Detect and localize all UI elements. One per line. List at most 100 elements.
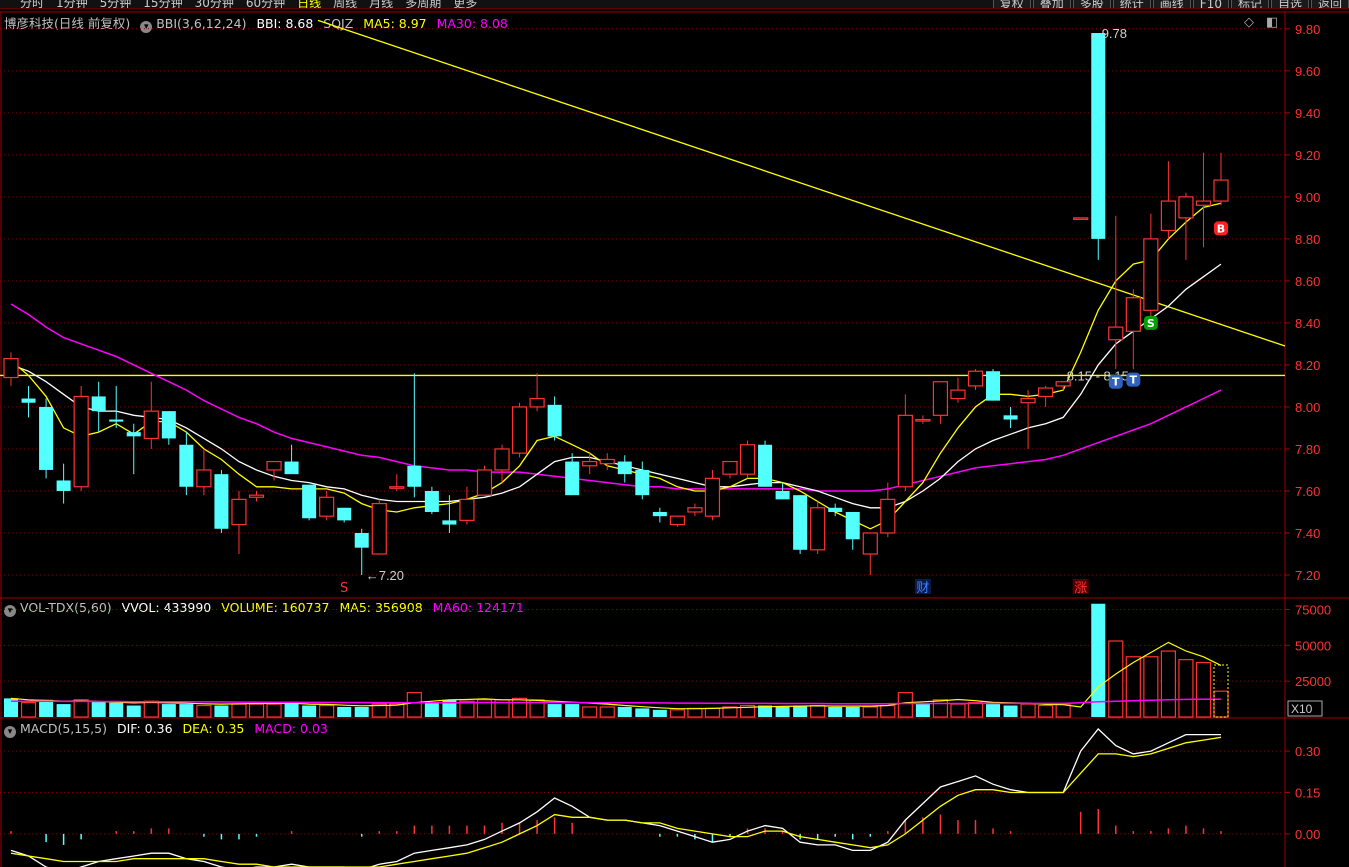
candle-body-58: [1020, 397, 1036, 404]
candle-body-7: [126, 432, 141, 437]
volume-bar-10: [179, 704, 194, 717]
candle-body-36: [635, 469, 650, 496]
volume-bar-32: [565, 704, 580, 717]
candle-0: [3, 352, 19, 386]
candle-29: [511, 402, 528, 458]
volume-bar-31: [547, 704, 562, 717]
candle-11: [196, 448, 212, 496]
candle-43: [758, 440, 773, 487]
volume-unit-label: X10: [1291, 702, 1313, 716]
price-tick-label-3: 9.20: [1295, 148, 1320, 163]
candle-body-40: [704, 477, 721, 517]
volume-bar-51: [897, 692, 913, 718]
volume-bar-12: [214, 705, 229, 717]
volume-bar-8: [143, 700, 159, 718]
signal-label-0: S: [1147, 317, 1155, 330]
volume-bar-1: [20, 702, 37, 718]
volume-bar-39: [687, 707, 703, 718]
candle-body-17: [302, 484, 317, 519]
candle-body-42: [739, 444, 756, 475]
volume-bar-26: [459, 700, 475, 718]
macd-tick-label-2: 0.00: [1295, 827, 1320, 842]
price-annotation-1: ←7.20: [366, 568, 404, 583]
candle-body-32: [565, 461, 580, 496]
candle-body-35: [617, 461, 632, 475]
candle-body-4: [73, 395, 89, 488]
candle-body-52: [915, 418, 931, 422]
volume-bar-19: [337, 706, 352, 717]
volume-bar-44: [775, 706, 790, 717]
volume-bar-17: [302, 705, 317, 717]
price-tick-label-4: 9.00: [1295, 190, 1320, 205]
candle-68: [1195, 152, 1212, 248]
macd-tick-label-1: 0.15: [1295, 786, 1320, 801]
volume-bar-60: [1055, 703, 1071, 718]
volume-bar-66: [1160, 650, 1176, 718]
volume-tick-label-2: 25000: [1295, 674, 1331, 689]
stock-chart[interactable]: 9.80 9.60 9.40 9.20 9.00 8.80 8.60 8.40 8.20 8.00…: [0, 0, 1349, 867]
volume-bar-65: [1143, 656, 1159, 718]
candle-body-1: [21, 398, 36, 403]
volume-bar-14: [248, 703, 265, 718]
candle-32: [565, 453, 580, 496]
candle-body-38: [669, 515, 685, 526]
candle-body-39: [687, 507, 703, 513]
volume-bar-2: [39, 699, 54, 717]
candle-body-50: [880, 498, 896, 534]
candle-body-22: [389, 486, 405, 489]
candle-body-37: [652, 511, 667, 517]
volume-bar-40: [704, 707, 721, 718]
candle-17: [302, 484, 317, 521]
price-tick-label-12: 7.40: [1295, 526, 1320, 541]
candle-13: [231, 490, 247, 554]
candle-body-29: [511, 406, 528, 454]
candle-46: [810, 501, 826, 554]
candle-body-23: [407, 465, 422, 487]
signal-label-1: B: [1217, 222, 1225, 235]
volume-bar-3: [56, 704, 71, 717]
dif-line: [10, 728, 1221, 867]
candle-body-47: [828, 507, 843, 512]
candle-5: [91, 381, 106, 433]
price-annotation-0: ←9.78: [1089, 26, 1127, 41]
candle-body-10: [179, 444, 194, 487]
candle-28: [494, 444, 510, 483]
volume-bar-63: [1108, 640, 1124, 718]
candle-body-63: [1108, 326, 1124, 341]
candle-body-28: [494, 448, 510, 471]
candle-body-11: [196, 469, 212, 488]
volume-bar-35: [617, 706, 632, 717]
candle-body-66: [1160, 200, 1176, 232]
candle-19: [337, 507, 352, 523]
candle-10: [179, 432, 194, 496]
volume-bar-53: [932, 699, 949, 718]
candle-body-18: [319, 496, 335, 517]
candle-45: [793, 495, 808, 554]
volume-bar-69: [1213, 690, 1229, 718]
price-tick-label-1: 9.60: [1295, 64, 1320, 79]
candle-64: [1125, 289, 1141, 370]
candle-body-26: [459, 498, 475, 521]
candle-55: [967, 369, 984, 391]
volume-bar-48: [845, 706, 860, 717]
candle-41: [722, 460, 738, 479]
candle-body-16: [284, 461, 299, 475]
candle-37: [652, 507, 667, 523]
volume-bar-59: [1038, 704, 1054, 718]
volume-bar-5: [91, 701, 106, 717]
candle-body-12: [214, 474, 229, 529]
candle-body-59: [1038, 387, 1054, 398]
volume-bar-67: [1178, 659, 1194, 718]
volume-bar-36: [635, 708, 650, 717]
candle-57: [1003, 406, 1018, 428]
candle-body-24: [424, 490, 439, 512]
candle-36: [635, 461, 650, 500]
candle-body-43: [758, 444, 773, 487]
candle-body-56: [986, 371, 1001, 401]
candle-body-65: [1143, 238, 1159, 311]
candle-14: [248, 490, 265, 502]
candle-8: [143, 381, 159, 449]
candle-52: [915, 415, 931, 424]
dea-line: [10, 736, 1222, 867]
macd-tick-label-0: 0.30: [1295, 744, 1320, 759]
